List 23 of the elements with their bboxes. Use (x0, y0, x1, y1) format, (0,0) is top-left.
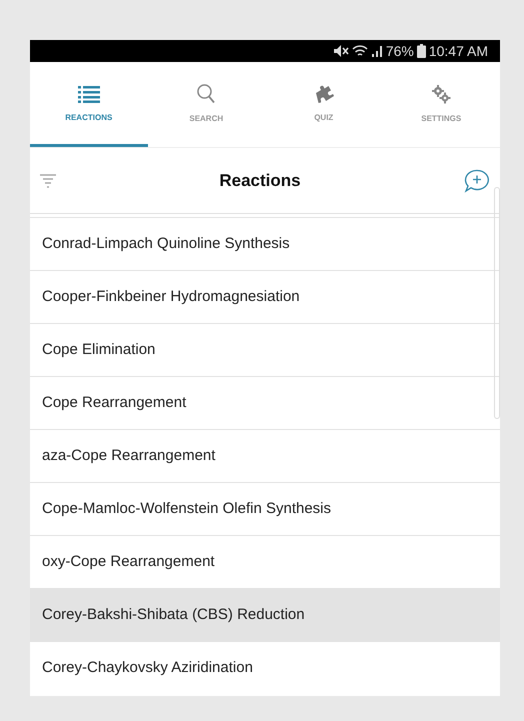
list-icon (78, 84, 100, 102)
header-title: Reactions (219, 170, 301, 190)
reaction-item[interactable]: Cope Elimination (30, 323, 500, 376)
add-comment-icon[interactable] (464, 168, 490, 192)
reaction-item[interactable]: Corey-Chaykovsky Aziridination (30, 641, 500, 694)
mute-icon (332, 44, 349, 58)
reaction-item[interactable]: Cope-Mamloc-Wolfenstein Olefin Synthesis (30, 482, 500, 535)
scrollbar[interactable] (494, 187, 500, 419)
reaction-item[interactable]: Cooper-Finkbeiner Hydromagnesiation (30, 270, 500, 323)
reaction-item[interactable]: aza-Cope Rearrangement (30, 429, 500, 482)
puzzle-icon (314, 84, 334, 102)
search-icon (197, 84, 216, 104)
reaction-item[interactable]: Corey-Bakshi-Shibata (CBS) Reduction (30, 588, 500, 641)
status-time: 10:47 AM (428, 43, 488, 59)
battery-icon (416, 44, 426, 58)
battery-percent: 76% (386, 43, 414, 59)
reaction-item[interactable]: Conrad-Limpach Quinoline Synthesis (30, 217, 500, 270)
wifi-icon (352, 44, 368, 58)
reaction-item[interactable]: Cope Rearrangement (30, 376, 500, 429)
tab[interactable]: REACTIONS (30, 62, 148, 147)
filter-icon[interactable] (40, 174, 56, 188)
signal-icon (370, 44, 383, 58)
gears-icon (431, 84, 452, 104)
